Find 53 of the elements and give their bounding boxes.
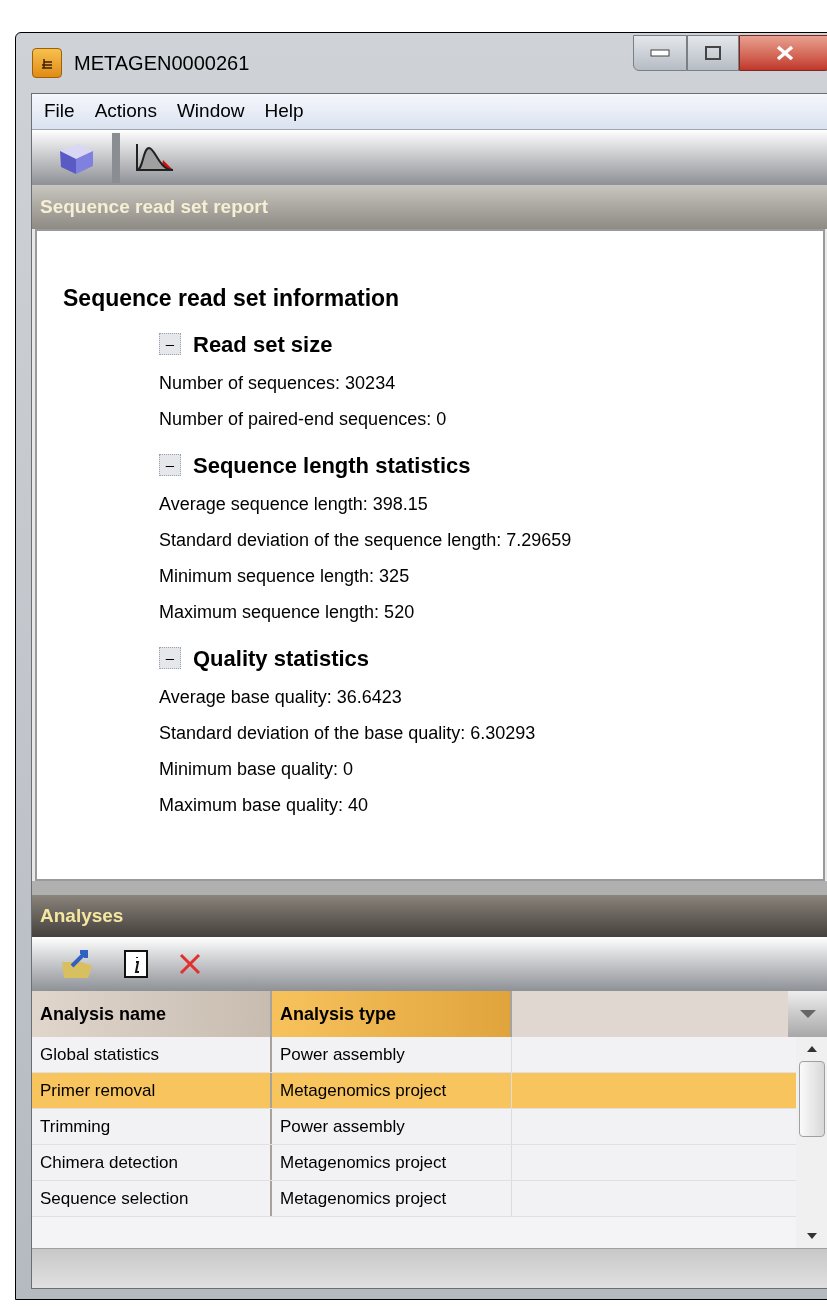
collapse-button[interactable]: – bbox=[159, 333, 181, 355]
section-heading: Quality statistics bbox=[193, 644, 370, 673]
table-cell: Power assembly bbox=[272, 1037, 512, 1072]
table-cell: Sequence selection bbox=[32, 1181, 272, 1216]
open-folder-icon[interactable] bbox=[60, 948, 94, 980]
table-row[interactable]: Trimming Power assembly bbox=[32, 1109, 796, 1145]
stat-line: Maximum sequence length: 520 bbox=[159, 600, 415, 624]
stat-line: Average base quality: 36.6423 bbox=[159, 685, 402, 709]
table-row[interactable]: Primer removal Metagenomics project bbox=[32, 1073, 796, 1109]
menu-item[interactable]: Help bbox=[264, 97, 304, 126]
minimize-button[interactable] bbox=[633, 35, 687, 71]
info-icon[interactable] bbox=[124, 950, 148, 978]
table-cell: Metagenomics project bbox=[272, 1181, 512, 1216]
maximize-button[interactable] bbox=[687, 35, 739, 71]
table-cell: Power assembly bbox=[272, 1109, 512, 1144]
section-heading: Read set size bbox=[193, 330, 333, 359]
toolbar-separator bbox=[112, 132, 120, 183]
stat-line: Minimum sequence length: 325 bbox=[159, 564, 410, 588]
panel-header: Analyses bbox=[32, 895, 827, 937]
app-icon bbox=[32, 48, 62, 78]
stat-line: Standard deviation of the base quality: 6.30293 bbox=[159, 721, 536, 745]
table-cell: Metagenomics project bbox=[272, 1073, 512, 1108]
panel-header: Sequence read set report bbox=[32, 185, 827, 229]
minimize-icon bbox=[650, 49, 670, 57]
table-row[interactable]: Chimera detection Metagenomics project bbox=[32, 1145, 796, 1181]
column-header[interactable]: Analysis name bbox=[32, 991, 272, 1037]
close-icon bbox=[775, 45, 795, 61]
stat-line: Number of paired-end sequences: 0 bbox=[159, 407, 447, 431]
stat-line: Average sequence length: 398.15 bbox=[159, 492, 428, 516]
caret-down-icon bbox=[799, 1009, 817, 1019]
stat-line: Minimum base quality: 0 bbox=[159, 757, 354, 781]
stat-line: Maximum base quality: 40 bbox=[159, 793, 369, 817]
section-heading: Sequence length statistics bbox=[193, 451, 471, 480]
maximize-icon bbox=[704, 45, 722, 61]
stat-line: Standard deviation of the sequence length: 7.29659 bbox=[159, 528, 572, 552]
table-row[interactable]: Sequence selection Metagenomics project bbox=[32, 1181, 796, 1217]
collapse-button[interactable]: – bbox=[159, 647, 181, 669]
scrollbar[interactable] bbox=[796, 1037, 827, 1248]
menu-item[interactable]: Actions bbox=[94, 97, 157, 126]
table-row[interactable]: Global statistics Power assembly bbox=[32, 1037, 796, 1073]
stat-line: Number of sequences: 30234 bbox=[159, 371, 396, 395]
collapse-button[interactable]: – bbox=[159, 454, 181, 476]
dropdown-button[interactable] bbox=[788, 991, 827, 1037]
window-title: METAGEN0000261 bbox=[74, 51, 250, 76]
scroll-up-icon[interactable] bbox=[806, 1045, 818, 1053]
scroll-down-icon[interactable] bbox=[806, 1232, 818, 1240]
menu-item[interactable]: Window bbox=[176, 97, 245, 126]
report-title: Sequence read set information bbox=[63, 284, 400, 313]
menu-item[interactable]: File bbox=[44, 97, 75, 126]
column-header[interactable]: Analysis type bbox=[272, 991, 512, 1037]
table-cell: Metagenomics project bbox=[272, 1145, 512, 1180]
close-button[interactable] bbox=[739, 35, 827, 71]
delete-icon[interactable] bbox=[178, 952, 202, 976]
